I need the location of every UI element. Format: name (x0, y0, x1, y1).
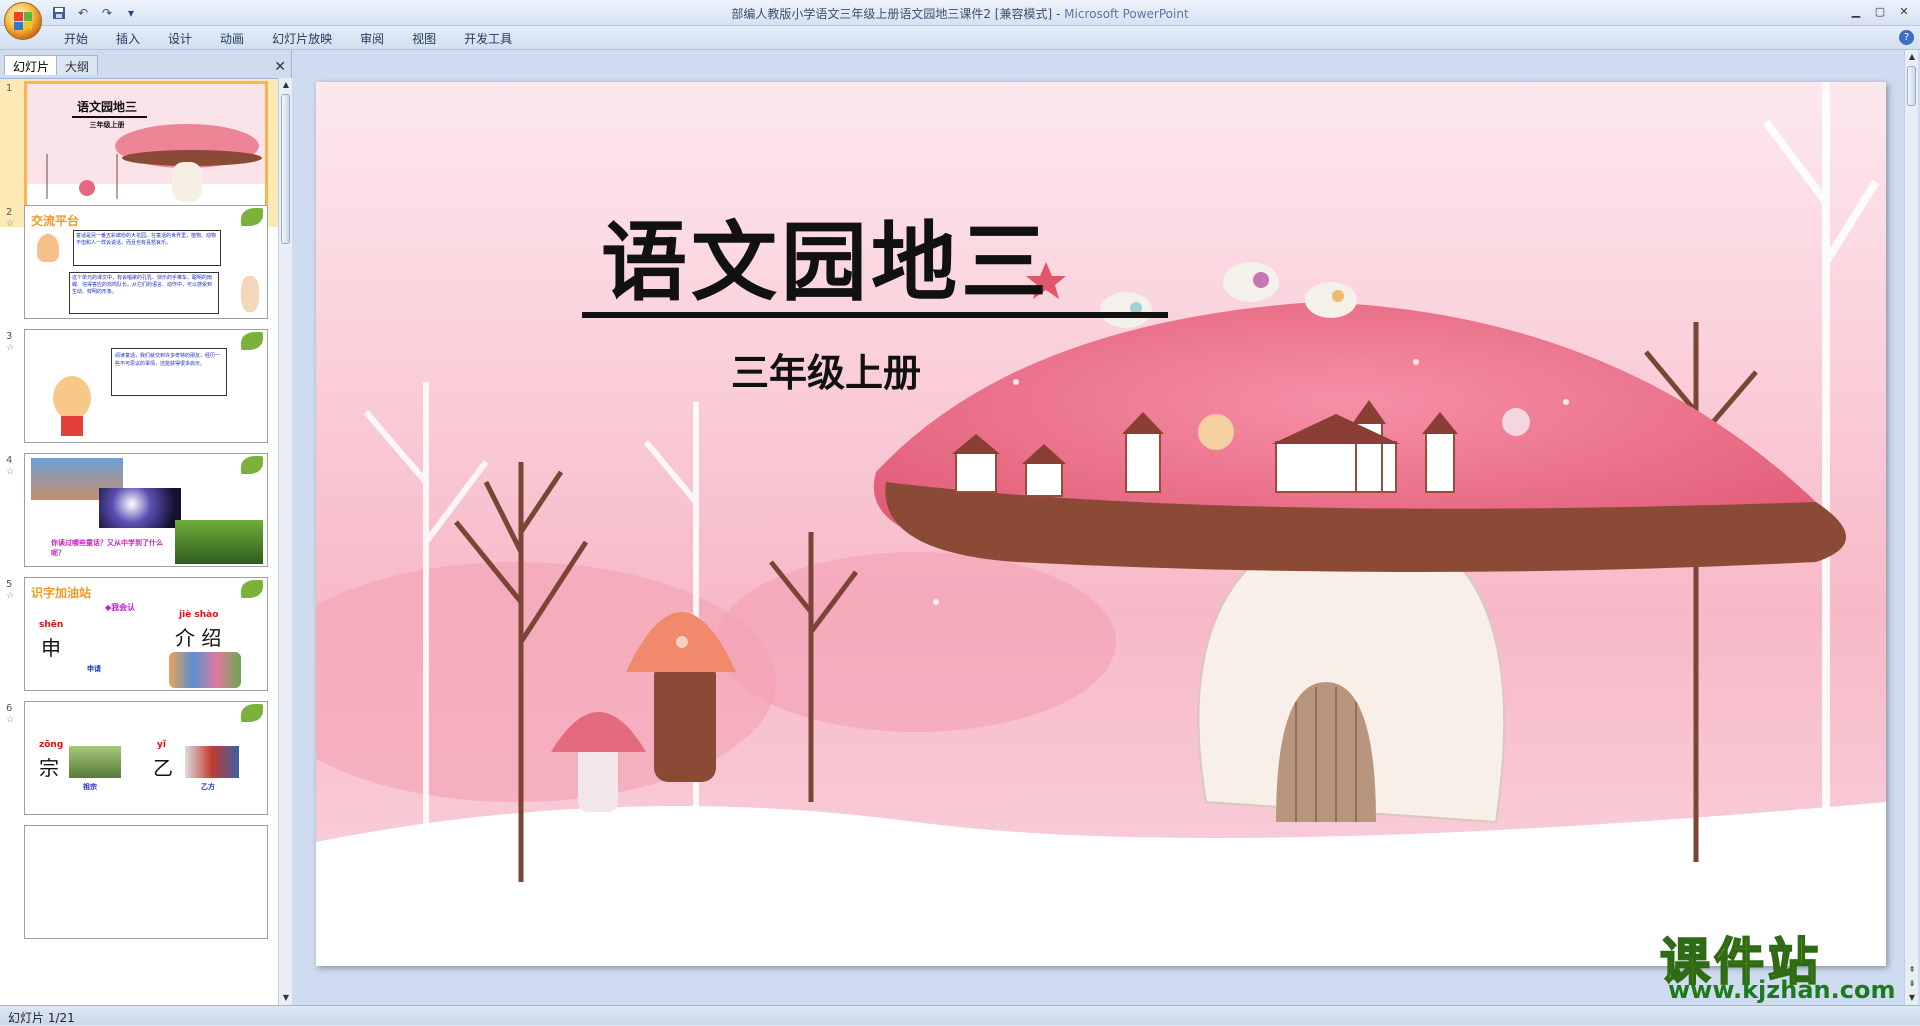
ribbon-tabs: 开始 插入 设计 动画 幻灯片放映 审阅 视图 开发工具 (50, 30, 526, 47)
slide-number: 6 (6, 703, 13, 714)
scroll-thumb[interactable] (281, 94, 290, 244)
title-underline (582, 312, 1168, 318)
slide-counter: 幻灯片 1/21 (8, 1011, 75, 1025)
slide-thumbnail[interactable]: 你读过哪些童话？又从中学到了什么呢？ (24, 453, 268, 567)
scroll-up-icon[interactable]: ▲ (279, 78, 293, 92)
scroll-down-icon[interactable]: ▼ (279, 991, 293, 1005)
watermark-logo: 课件站 www.kjzhan.com (1659, 922, 1896, 1004)
slide-title[interactable]: 语文园地三 (316, 192, 1336, 317)
office-logo-icon (14, 12, 32, 30)
tab-insert[interactable]: 插入 (102, 30, 154, 47)
thumb-heading: 交流平台 (31, 214, 80, 228)
hanzi: 宗 (39, 756, 59, 780)
pinyin: shēn (39, 620, 64, 630)
thumbnail-scrollbar[interactable]: ▲ ▼ (278, 78, 292, 1005)
pinyin: zōng (39, 740, 64, 750)
title-bar: ↶ ↷ ▾ 部编人教版小学语文三年级上册语文园地三课件2 [兼容模式] - Mi… (0, 0, 1920, 40)
help-icon[interactable]: ? (1899, 30, 1914, 45)
avatar (241, 276, 259, 312)
minimize-icon[interactable]: ▁ (1844, 2, 1868, 20)
slide-thumbnail[interactable] (24, 825, 268, 939)
panel-tabs: 幻灯片 大纲 ✕ (0, 54, 292, 76)
thumbnail-row[interactable] (0, 823, 278, 971)
current-slide[interactable]: 语文园地三 三年级上册 (316, 82, 1886, 966)
slide-number: 5 (6, 579, 13, 590)
slide-thumbnail[interactable]: zōng 宗 祖宗 yǐ 乙 乙方 (24, 701, 268, 815)
slide-editor: 语文园地三 三年级上册 ▲ ⇞ ⇟ ▼ (292, 50, 1920, 1005)
tab-slideshow[interactable]: 幻灯片放映 (258, 30, 346, 47)
next-slide-icon[interactable]: ⇟ (1905, 977, 1919, 991)
avatar-body (61, 416, 83, 436)
slide-thumbnail[interactable]: 语文园地三 三年级上册 (24, 81, 268, 223)
thumb-word: 申请 (87, 665, 101, 673)
slide-thumbnail[interactable]: 交流平台 童话是另一番五彩缤纷的大花园。在童话的世界里，植物、动物不但和人一样会… (24, 205, 268, 319)
avatar (37, 234, 59, 262)
scroll-down-icon[interactable]: ▼ (1905, 991, 1919, 1005)
thumb-heading: 识字加油站 (31, 586, 92, 600)
tab-developer[interactable]: 开发工具 (450, 30, 526, 47)
slide-scrollbar[interactable]: ▲ ⇞ ⇟ ▼ (1904, 50, 1918, 1005)
thumb-bubble: 这个单元的课文中，有会唱歌的孔乳、快乐的手推车、聪明的雨蝶、信得答应的鸡鸣队长。… (69, 272, 219, 314)
slide-number: 4 (6, 455, 13, 466)
thumb-word: 乙方 (201, 783, 215, 791)
people-image (169, 652, 241, 688)
thumb-word: 祖宗 (83, 783, 97, 791)
animation-star-icon: ☆ (6, 219, 15, 229)
animation-star-icon: ☆ (6, 591, 15, 601)
story-image (99, 488, 181, 528)
thumb-tag: ◆我会认 (105, 603, 136, 612)
leaf-icon (241, 456, 263, 474)
leaf-icon (241, 704, 263, 722)
slide-number: 2 (6, 207, 13, 218)
status-bar: 幻灯片 1/21 (0, 1005, 1920, 1025)
story-image (69, 746, 121, 778)
story-image (185, 746, 239, 778)
close-panel-icon[interactable]: ✕ (274, 59, 286, 75)
tab-design[interactable]: 设计 (154, 30, 206, 47)
story-image (175, 520, 263, 564)
document-title: 部编人教版小学语文三年级上册语文园地三课件2 [兼容模式] (731, 7, 1053, 21)
tab-animations[interactable]: 动画 (206, 30, 258, 47)
slide-number: 3 (6, 331, 13, 342)
watermark-url: www.kjzhan.com (1668, 976, 1896, 1004)
window-title: 部编人教版小学语文三年级上册语文园地三课件2 [兼容模式] - Microsof… (731, 7, 1189, 21)
previous-slide-icon[interactable]: ⇞ (1905, 963, 1919, 977)
thumb-bubble: 童话是另一番五彩缤纷的大花园。在童话的世界里，植物、动物不但和人一样会说话，而且… (73, 230, 221, 266)
animation-star-icon: ☆ (6, 715, 15, 725)
tab-home[interactable]: 开始 (50, 30, 102, 47)
thumb-bubble: 阅读童话，我们就交到许多奇特的朋友，经历一些不可思议的事情，还能获得很多启示。 (111, 348, 227, 396)
office-button[interactable] (4, 2, 42, 40)
tab-slides[interactable]: 幻灯片 (4, 55, 59, 75)
leaf-icon (241, 208, 263, 226)
leaf-icon (241, 332, 263, 350)
ribbon: 开始 插入 设计 动画 幻灯片放映 审阅 视图 开发工具 ? (0, 26, 1920, 50)
slide-thumbnail[interactable]: 识字加油站 ◆我会认 shēn 申 jiè shào 介 绍 申请 (24, 577, 268, 691)
hanzi: 乙 (153, 756, 173, 780)
window-controls: ▁ ▢ ✕ (1844, 2, 1916, 20)
leaf-icon (241, 580, 263, 598)
slides-panel: 幻灯片 大纲 ✕ 1 语文园地三 三年级上册 2 ☆ 交流平台 童话是另一番五彩… (0, 50, 292, 1005)
avatar (53, 376, 91, 420)
slide-subtitle[interactable]: 三年级上册 (316, 342, 1336, 397)
pinyin: jiè shào (179, 610, 219, 620)
tab-outline[interactable]: 大纲 (56, 55, 99, 75)
animation-star-icon: ☆ (6, 467, 15, 477)
scroll-thumb[interactable] (1907, 66, 1916, 106)
maximize-icon[interactable]: ▢ (1868, 2, 1892, 20)
hanzi: 介 绍 (175, 626, 222, 650)
app-name: Microsoft PowerPoint (1064, 7, 1189, 21)
pinyin: yǐ (157, 740, 166, 750)
tab-view[interactable]: 视图 (398, 30, 450, 47)
thumbnail-list: 1 语文园地三 三年级上册 2 ☆ 交流平台 童话是另一番五彩缤纷的大花园。在童… (0, 78, 278, 1005)
slide-thumbnail[interactable]: 阅读童话，我们就交到许多奇特的朋友，经历一些不可思议的事情，还能获得很多启示。 (24, 329, 268, 443)
hanzi: 申 (41, 636, 61, 660)
tab-review[interactable]: 审阅 (346, 30, 398, 47)
thumb-illustration (27, 124, 265, 220)
scroll-up-icon[interactable]: ▲ (1905, 50, 1919, 64)
slide-number: 1 (6, 83, 13, 94)
thumb-caption: 你读过哪些童话？又从中学到了什么呢？ (51, 539, 163, 557)
close-icon[interactable]: ✕ (1892, 2, 1916, 20)
animation-star-icon: ☆ (6, 343, 15, 353)
